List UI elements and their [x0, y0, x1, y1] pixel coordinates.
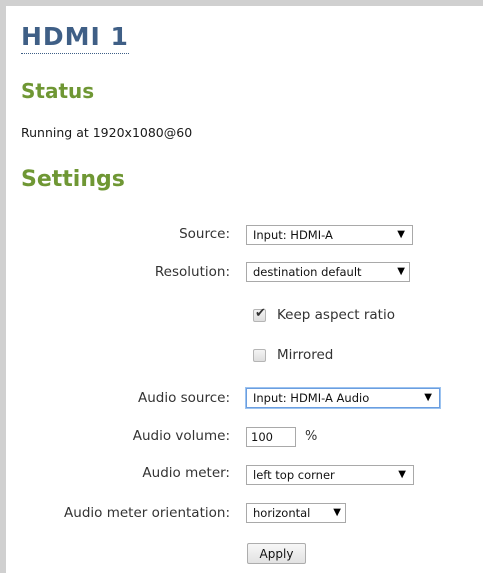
audio-source-select-value: Input: HDMI-A Audio [253, 391, 370, 405]
chevron-down-icon: ▼ [397, 266, 405, 277]
settings-heading: Settings [21, 167, 125, 192]
keep-aspect-ratio-label: Keep aspect ratio [277, 307, 395, 323]
chevron-down-icon: ▼ [424, 392, 432, 403]
keep-aspect-ratio-option[interactable]: ✔ Keep aspect ratio [253, 306, 395, 324]
source-select-value: Input: HDMI-A [253, 228, 333, 242]
resolution-label: Resolution: [154, 264, 230, 280]
audio-volume-input[interactable] [246, 427, 296, 447]
mirrored-checkbox[interactable] [253, 348, 266, 362]
chevron-down-icon: ▼ [333, 507, 341, 518]
status-text: Running at 1920x1080@60 [21, 125, 193, 140]
source-label: Source: [179, 226, 230, 242]
audio-meter-label: Audio meter: [142, 465, 230, 481]
apply-button[interactable]: Apply [247, 543, 306, 564]
mirrored-label: Mirrored [277, 347, 334, 363]
audio-source-label: Audio source: [137, 390, 230, 406]
audio-meter-orientation-select[interactable]: horizontal ▼ [246, 503, 346, 523]
audio-volume-unit: % [305, 429, 318, 444]
audio-volume-label: Audio volume: [132, 428, 230, 444]
source-select[interactable]: Input: HDMI-A ▼ [246, 225, 413, 245]
chevron-down-icon: ▼ [397, 229, 405, 240]
checkmark-icon: ✔ [255, 305, 266, 321]
resolution-select[interactable]: destination default ▼ [246, 262, 410, 282]
keep-aspect-ratio-checkbox[interactable]: ✔ [253, 305, 266, 322]
mirrored-option[interactable]: Mirrored [253, 346, 333, 364]
page-title: HDMI 1 [21, 22, 129, 54]
audio-meter-orientation-label: Audio meter orientation: [64, 505, 230, 521]
status-heading: Status [21, 79, 95, 103]
resolution-select-value: destination default [253, 265, 362, 279]
chevron-down-icon: ▼ [398, 469, 406, 480]
audio-meter-select-value: left top corner [253, 468, 335, 482]
audio-meter-orientation-select-value: horizontal [253, 506, 311, 520]
audio-meter-select[interactable]: left top corner ▼ [246, 465, 414, 485]
audio-source-select[interactable]: Input: HDMI-A Audio ▼ [246, 388, 440, 408]
